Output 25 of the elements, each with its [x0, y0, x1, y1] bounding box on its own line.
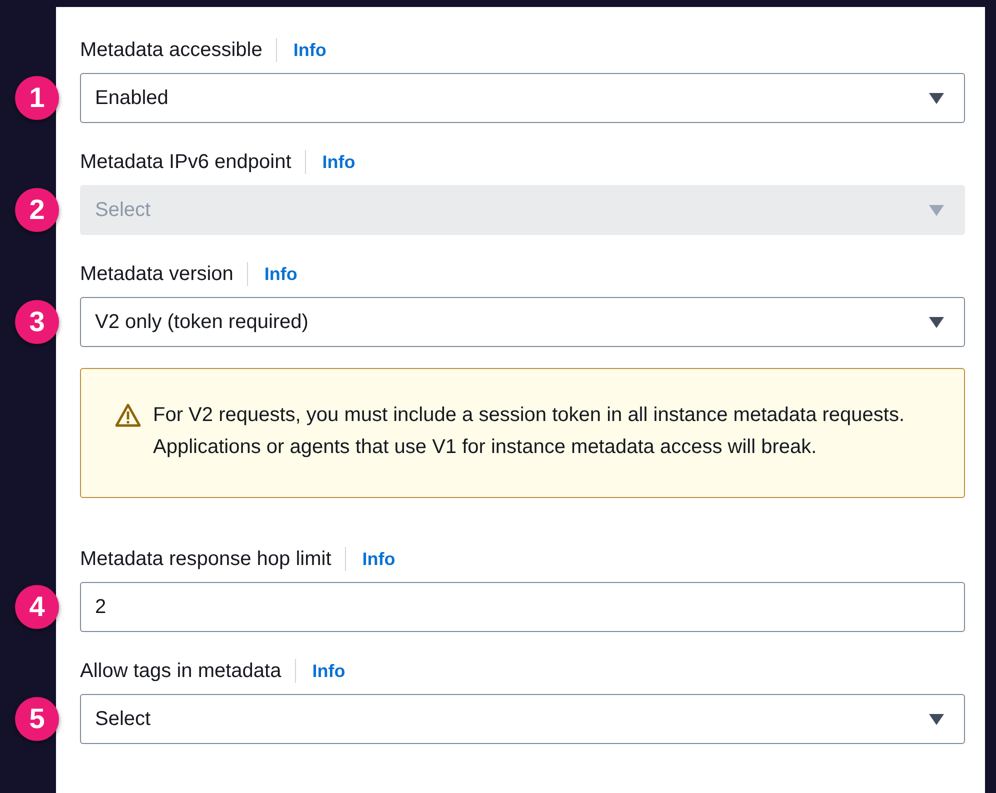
step-number-badge: 4 — [15, 585, 59, 629]
field-label: Metadata response hop limit — [80, 547, 332, 572]
info-link[interactable]: Info — [312, 658, 346, 684]
info-link[interactable]: Info — [293, 36, 326, 64]
info-link[interactable]: Info — [264, 260, 298, 288]
caret-icon — [929, 92, 944, 104]
info-link[interactable]: Info — [362, 546, 396, 572]
select-field: Select — [80, 185, 965, 235]
warning-message: For V2 requests, you must include a session token in all instance metadata requests. Applications or agents that use V1 for instance metadata access will break. — [153, 403, 906, 460]
select-field[interactable]: Select — [80, 694, 965, 744]
step-number-badge: 5 — [15, 697, 59, 741]
step-number-badge: 3 — [15, 300, 59, 344]
select-field[interactable]: Enabled — [80, 73, 965, 123]
select-field[interactable]: V2 only (token required) — [80, 297, 965, 347]
field-label: Metadata IPv6 endpoint — [80, 150, 292, 175]
field-label: Metadata accessible — [80, 38, 262, 63]
field-label: Allow tags in metadata — [80, 659, 282, 684]
step-number-badge: 1 — [15, 76, 59, 120]
caret-icon — [929, 714, 944, 724]
step-number-badge: 2 — [15, 188, 59, 232]
caret-icon — [929, 204, 944, 216]
caret-icon — [929, 316, 944, 328]
warning-icon — [115, 403, 141, 427]
field-label: Metadata version — [80, 262, 234, 287]
input-field[interactable]: 2 — [80, 582, 965, 632]
